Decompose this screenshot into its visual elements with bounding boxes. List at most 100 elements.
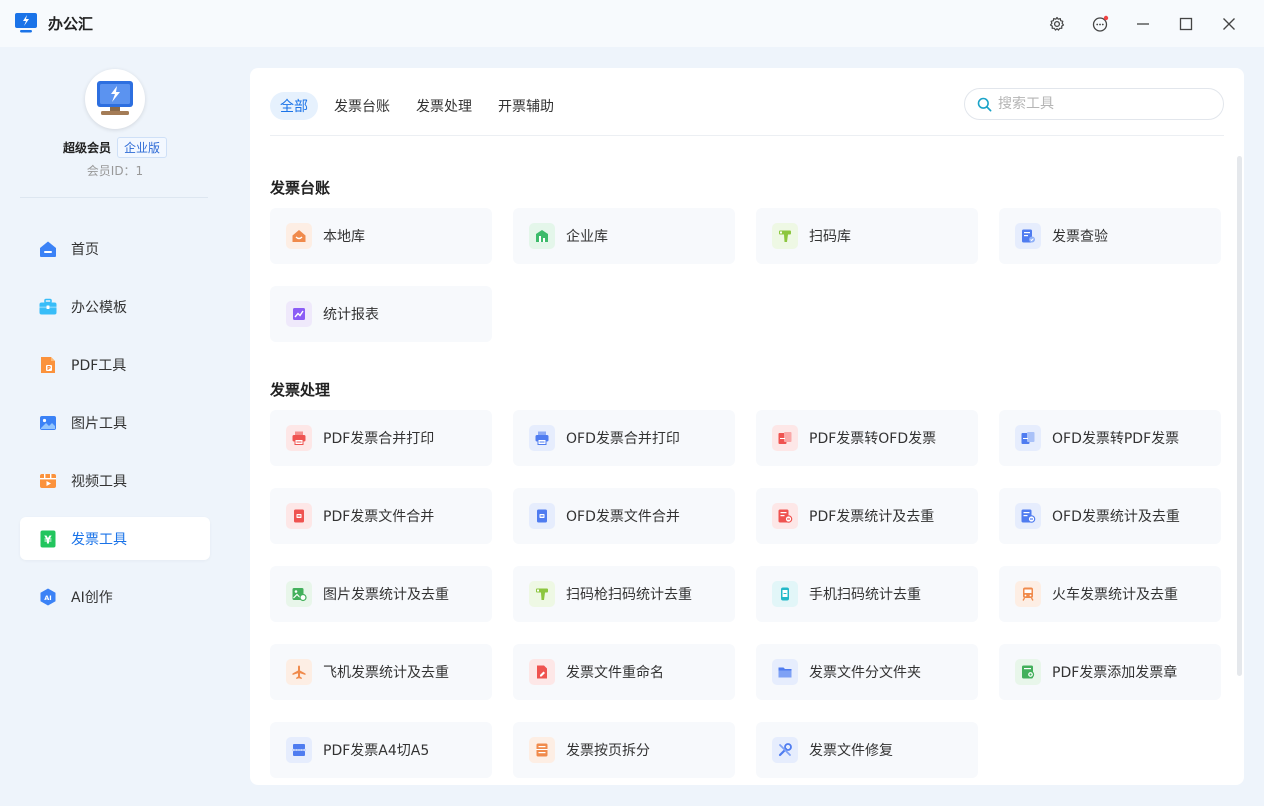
tool-card-label: OFD发票文件合并 [566,509,680,525]
tool-card-label: 图片发票统计及去重 [323,587,449,603]
main-panel: 全部 发票台账 发票处理 开票辅助 发票台账本地库企业库扫码库发票查验统计报表发… [250,68,1244,785]
sidebar-nav: 首页 办公模板 P PDF工具 图片工具 视频工具 ¥ 发票工具 AI AI创作 [20,227,210,633]
briefcase-icon [38,297,58,317]
search-box[interactable] [964,88,1224,120]
tool-card[interactable]: 图片发票统计及去重 [270,566,492,622]
member-info: 超级会员 企业版 [0,137,230,158]
sidebar-item-office-templates[interactable]: 办公模板 [20,285,210,328]
tool-card[interactable]: 扫码库 [756,208,978,264]
invoice-check-icon [1015,223,1041,249]
image-icon [38,413,58,433]
sidebar-item-home[interactable]: 首页 [20,227,210,270]
tool-card[interactable]: 飞机发票统计及去重 [270,644,492,700]
svg-text:AI: AI [44,594,51,602]
tool-card-label: OFD发票合并打印 [566,431,680,447]
tool-card[interactable]: 发票查验 [999,208,1221,264]
sidebar-item-label: 办公模板 [71,299,127,316]
tool-card[interactable]: 手机扫码统计去重 [756,566,978,622]
convert-pdf-ofd-icon [772,425,798,451]
tool-card-label: PDF发票添加发票章 [1052,665,1178,681]
house-icon [286,223,312,249]
tool-card-label: 火车发票统计及去重 [1052,587,1178,603]
app-title: 办公汇 [48,15,94,33]
phone-scan-icon [772,581,798,607]
dedupe-file-icon [772,503,798,529]
maximize-icon[interactable] [1174,12,1198,36]
tool-card[interactable]: 发票文件重命名 [513,644,735,700]
scanner-gun-icon [772,223,798,249]
tool-card-label: 本地库 [323,229,365,245]
tool-card-label: OFD发票统计及去重 [1052,509,1180,525]
invoice-yen-icon: ¥ [38,529,58,549]
printer-icon [529,425,555,451]
sidebar: 超级会员 企业版 会员ID：1 首页 办公模板 P PDF工具 图片工具 视频工… [0,47,230,806]
tool-card-label: 发票文件修复 [809,743,893,759]
tab-all[interactable]: 全部 [270,92,318,120]
enterprise-badge: 企业版 [117,137,168,158]
tool-card-label: PDF发票转OFD发票 [809,431,937,447]
sidebar-item-ai-creation[interactable]: AI AI创作 [20,575,210,618]
search-input[interactable] [998,96,1198,112]
airplane-icon [286,659,312,685]
tool-card[interactable]: 本地库 [270,208,492,264]
tool-card-label: PDF发票统计及去重 [809,509,935,525]
pdf-file-icon: P [38,355,58,375]
dedupe-file-icon [1015,503,1041,529]
tool-card-label: 飞机发票统计及去重 [323,665,449,681]
close-icon[interactable] [1217,12,1241,36]
ai-hexagon-icon: AI [38,587,58,607]
merge-file-icon [286,503,312,529]
category-tabs: 全部 发票台账 发票处理 开票辅助 [270,92,570,120]
sidebar-item-pdf-tools[interactable]: P PDF工具 [20,343,210,386]
message-chat-icon[interactable] [1088,12,1112,36]
tool-card[interactable]: 发票文件修复 [756,722,978,778]
tool-card[interactable]: OFD发票统计及去重 [999,488,1221,544]
tool-card-label: 手机扫码统计去重 [809,587,921,603]
tool-card[interactable]: 统计报表 [270,286,492,342]
sidebar-item-image-tools[interactable]: 图片工具 [20,401,210,444]
tool-card[interactable]: PDF发票统计及去重 [756,488,978,544]
member-id: 会员ID：1 [86,164,144,178]
minimize-icon[interactable] [1131,12,1155,36]
tool-card[interactable]: 扫码枪扫码统计去重 [513,566,735,622]
tool-card[interactable]: 企业库 [513,208,735,264]
tab-invoice-processing[interactable]: 发票处理 [406,92,482,120]
tool-card[interactable]: PDF发票合并打印 [270,410,492,466]
image-dedupe-icon [286,581,312,607]
tool-card[interactable]: PDF发票A4切A5 [270,722,492,778]
tool-card-label: 发票按页拆分 [566,743,650,759]
search-icon [977,97,992,111]
tool-card-label: PDF发票A4切A5 [323,743,430,759]
scanner-gun-icon [529,581,555,607]
sidebar-item-label: 发票工具 [71,531,127,548]
sidebar-item-label: 图片工具 [71,415,127,432]
tool-card-label: 统计报表 [323,307,379,323]
svg-text:P: P [47,366,51,372]
tool-card[interactable]: OFD发票转PDF发票 [999,410,1221,466]
tool-card[interactable]: 发票按页拆分 [513,722,735,778]
tool-card[interactable]: 火车发票统计及去重 [999,566,1221,622]
tab-invoice-ledger[interactable]: 发票台账 [324,92,400,120]
settings-gear-icon[interactable] [1045,12,1069,36]
scrollbar[interactable] [1237,156,1242,676]
tools-scroll-area[interactable]: 发票台账 本地库 企业库 扫码库 发票查验 统计报表 发票处理 PDF发票合并打印 OFD发票合… [270,136,1228,785]
tool-card[interactable]: PDF发票添加发票章 [999,644,1221,700]
repair-tools-icon [772,737,798,763]
section-title: 发票台账 [270,179,331,197]
tool-card[interactable]: PDF发票转OFD发票 [756,410,978,466]
tool-card[interactable]: OFD发票文件合并 [513,488,735,544]
sidebar-item-video-tools[interactable]: 视频工具 [20,459,210,502]
tool-card[interactable]: PDF发票文件合并 [270,488,492,544]
sidebar-item-label: 首页 [71,241,99,258]
title-bar: 办公汇 [0,0,1264,47]
avatar[interactable] [85,69,145,129]
sidebar-item-invoice-tools[interactable]: ¥ 发票工具 [20,517,210,560]
page-split-icon [529,737,555,763]
printer-icon [286,425,312,451]
video-icon [38,471,58,491]
tab-invoicing-assist[interactable]: 开票辅助 [488,92,564,120]
tool-card[interactable]: 发票文件分文件夹 [756,644,978,700]
sidebar-item-label: 视频工具 [71,473,127,490]
convert-ofd-pdf-icon [1015,425,1041,451]
tool-card[interactable]: OFD发票合并打印 [513,410,735,466]
